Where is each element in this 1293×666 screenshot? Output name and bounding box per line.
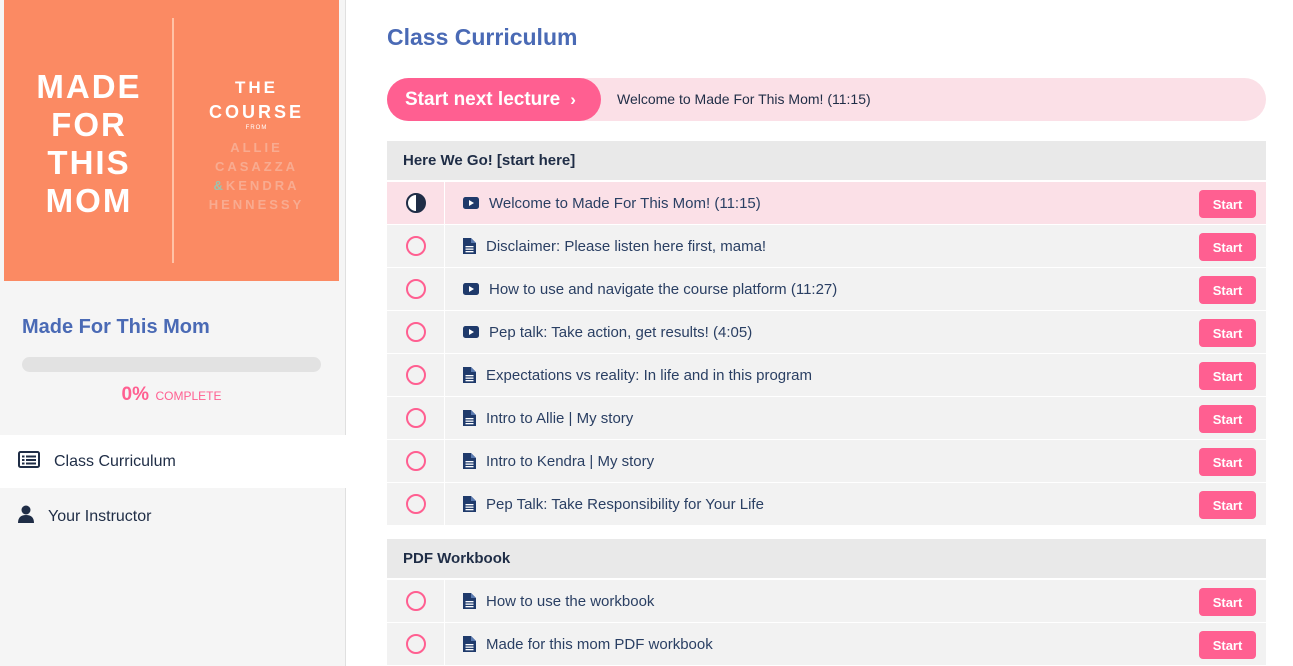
lecture-title[interactable]: Welcome to Made For This Mom! (11:15) [489, 195, 761, 212]
video-icon [463, 283, 479, 295]
chevron-right-icon: › [570, 89, 576, 109]
empty-circle-icon [405, 451, 426, 471]
start-next-lecture-button[interactable]: Start next lecture › [387, 78, 601, 121]
next-lecture-bar: Start next lecture › Welcome to Made For… [387, 78, 1266, 121]
start-button[interactable]: Start [1199, 491, 1256, 519]
empty-circle-icon [405, 408, 426, 428]
video-icon [463, 197, 479, 209]
progress-label: 0% COMPLETE [0, 384, 343, 406]
lecture-row[interactable]: Expectations vs reality: In life and in … [387, 354, 1266, 397]
page-title: Class Curriculum [387, 24, 578, 50]
status-cell [387, 580, 445, 622]
empty-circle-icon [405, 591, 426, 611]
status-cell [387, 182, 445, 224]
sidebar: MADE FOR THIS MOM THE COURSE FROM ALLIE … [0, 0, 346, 666]
lecture-title[interactable]: Made for this mom PDF workbook [486, 636, 713, 653]
half-circle-icon [405, 193, 426, 213]
status-cell [387, 397, 445, 439]
nav-class-curriculum[interactable]: Class Curriculum [0, 435, 346, 488]
course-cover-image: MADE FOR THIS MOM THE COURSE FROM ALLIE … [4, 0, 339, 281]
document-icon [463, 410, 476, 426]
lecture-row[interactable]: Disclaimer: Please listen here first, ma… [387, 225, 1266, 268]
nav-label: Class Curriculum [54, 452, 176, 470]
section-title: PDF Workbook [387, 539, 1266, 580]
progress-percent: 0% [121, 384, 149, 405]
next-lecture-title[interactable]: Welcome to Made For This Mom! (11:15) [617, 91, 871, 107]
cover-from: FROM [245, 125, 268, 131]
start-button[interactable]: Start [1199, 405, 1256, 433]
start-button[interactable]: Start [1199, 362, 1256, 390]
status-cell [387, 311, 445, 353]
status-cell [387, 440, 445, 482]
lecture-title[interactable]: How to use the workbook [486, 593, 654, 610]
empty-circle-icon [405, 279, 426, 299]
cover-author-names: ALLIE CASAZZA &KENDRA HENNESSY [208, 140, 305, 212]
list-icon [18, 450, 40, 473]
document-icon [463, 453, 476, 469]
start-button[interactable]: Start [1199, 319, 1256, 347]
lecture-title[interactable]: Pep Talk: Take Responsibility for Your L… [486, 496, 764, 513]
document-icon [463, 593, 476, 609]
nav-your-instructor[interactable]: Your Instructor [0, 490, 346, 543]
start-button[interactable]: Start [1199, 276, 1256, 304]
progress-complete-word: COMPLETE [155, 389, 222, 403]
lecture-title[interactable]: Intro to Kendra | My story [486, 453, 654, 470]
user-icon [18, 505, 34, 528]
document-icon [463, 496, 476, 512]
start-button[interactable]: Start [1199, 588, 1256, 616]
start-button[interactable]: Start [1199, 233, 1256, 261]
cover-the: THE [235, 78, 278, 97]
lecture-row[interactable]: Intro to Allie | My story Start [387, 397, 1266, 440]
cover-course: COURSE [208, 102, 304, 122]
curriculum-section: Here We Go! [start here] Welcome to Made… [387, 141, 1266, 526]
lecture-title[interactable]: Intro to Allie | My story [486, 410, 633, 427]
lecture-title[interactable]: Disclaimer: Please listen here first, ma… [486, 238, 766, 255]
course-progress-bar [22, 357, 321, 372]
start-button[interactable]: Start [1199, 190, 1256, 218]
status-cell [387, 354, 445, 396]
course-name[interactable]: Made For This Mom [22, 316, 210, 339]
document-icon [463, 636, 476, 652]
start-button[interactable]: Start [1199, 448, 1256, 476]
lecture-row[interactable]: How to use and navigate the course platf… [387, 268, 1266, 311]
status-cell [387, 483, 445, 525]
lecture-row[interactable]: Pep Talk: Take Responsibility for Your L… [387, 483, 1266, 526]
lecture-row[interactable]: How to use the workbook Start [387, 580, 1266, 623]
status-cell [387, 268, 445, 310]
document-icon [463, 238, 476, 254]
empty-circle-icon [405, 365, 426, 385]
lecture-row[interactable]: Intro to Kendra | My story Start [387, 440, 1266, 483]
lecture-title[interactable]: Expectations vs reality: In life and in … [486, 367, 812, 384]
empty-circle-icon [405, 494, 426, 514]
cover-title: MADE FOR THIS MOM [36, 68, 142, 219]
nav-label: Your Instructor [48, 507, 152, 525]
lecture-title[interactable]: Pep talk: Take action, get results! (4:0… [489, 324, 752, 341]
status-cell [387, 225, 445, 267]
status-cell [387, 623, 445, 665]
lecture-row[interactable]: Made for this mom PDF workbook Start [387, 623, 1266, 666]
empty-circle-icon [405, 236, 426, 256]
lecture-title[interactable]: How to use and navigate the course platf… [489, 281, 837, 298]
video-icon [463, 326, 479, 338]
start-button[interactable]: Start [1199, 631, 1256, 659]
section-title: Here We Go! [start here] [387, 141, 1266, 182]
lecture-row[interactable]: Welcome to Made For This Mom! (11:15) Sta… [387, 182, 1266, 225]
lecture-row[interactable]: Pep talk: Take action, get results! (4:0… [387, 311, 1266, 354]
curriculum-section: PDF Workbook How to use the workbook Star… [387, 539, 1266, 666]
empty-circle-icon [405, 634, 426, 654]
document-icon [463, 367, 476, 383]
empty-circle-icon [405, 322, 426, 342]
